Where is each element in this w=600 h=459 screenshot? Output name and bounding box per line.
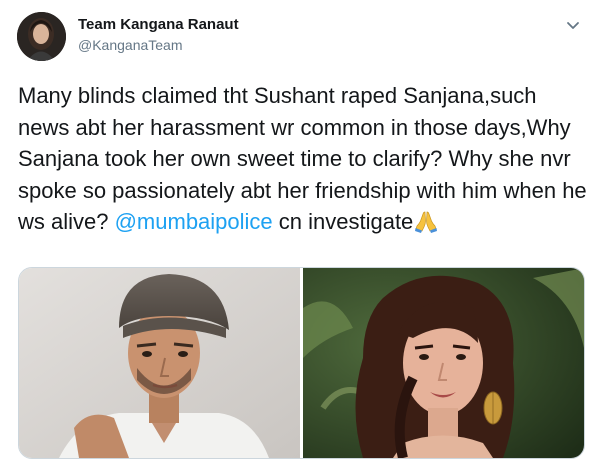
tweet-text: Many blinds claimed tht Sushant raped Sa… xyxy=(18,80,588,238)
photo-left[interactable] xyxy=(19,268,300,458)
chevron-down-icon[interactable] xyxy=(566,18,580,29)
avatar[interactable] xyxy=(17,12,66,61)
folded-hands-icon xyxy=(415,211,438,233)
media-grid[interactable] xyxy=(18,267,585,459)
author-name[interactable]: Team Kangana Ranaut xyxy=(78,16,239,33)
author-handle[interactable]: @KanganaTeam xyxy=(78,37,183,53)
avatar-image xyxy=(17,12,66,61)
photo-right[interactable] xyxy=(303,268,584,458)
tweet-text-tail: cn investigate xyxy=(272,209,414,234)
mention-link[interactable]: @mumbaipolice xyxy=(115,209,273,234)
